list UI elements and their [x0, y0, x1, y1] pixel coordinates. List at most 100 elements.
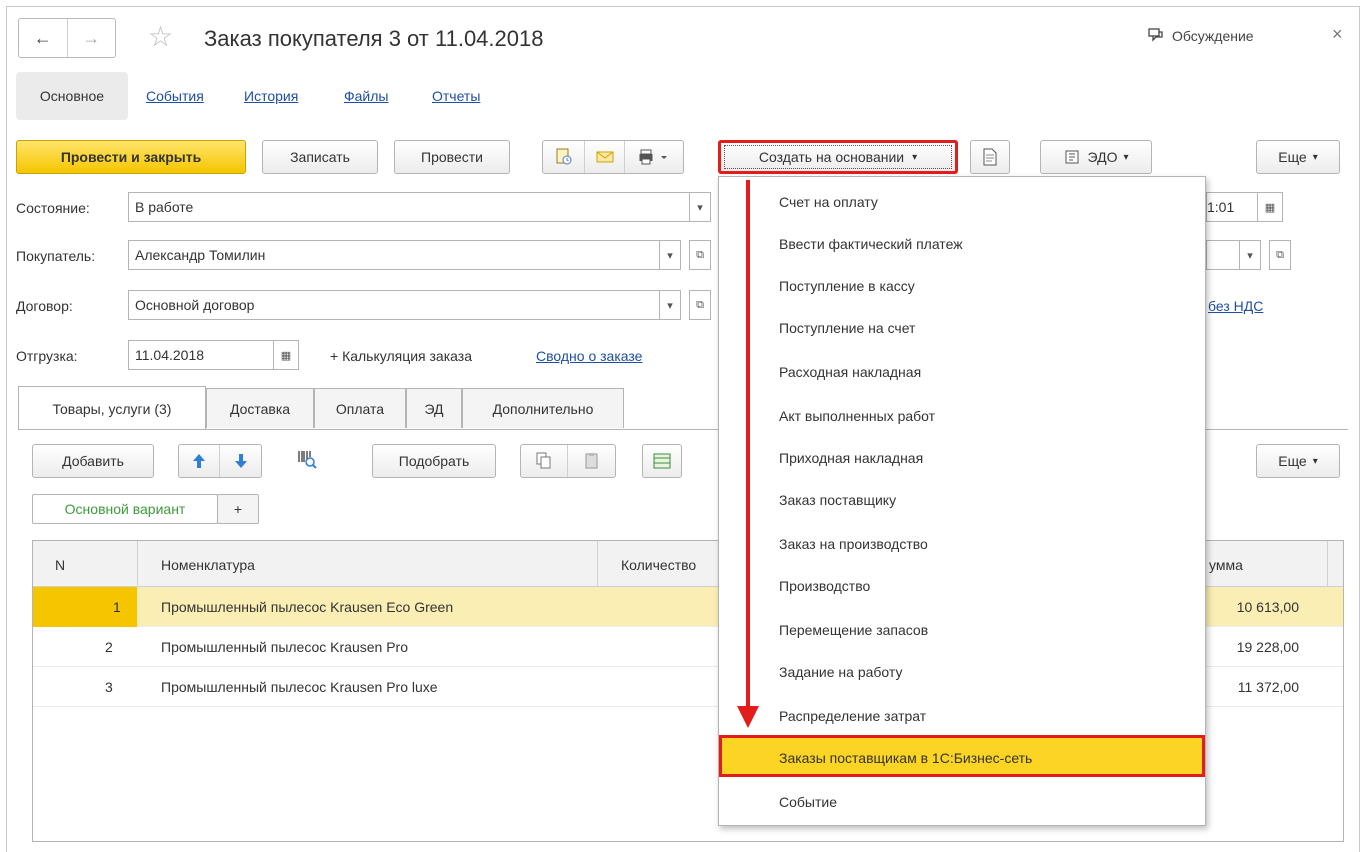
copy-paste-group	[520, 444, 616, 478]
row-n: 2	[105, 639, 113, 655]
more-button[interactable]: Еще ▾	[1256, 140, 1340, 174]
tab-main[interactable]: Основное	[16, 72, 128, 120]
add-variant-button[interactable]: +	[217, 494, 259, 524]
back-button[interactable]: ←	[19, 19, 67, 57]
post-and-close-button[interactable]: Провести и закрыть	[16, 140, 246, 174]
buyer-field[interactable]: Александр Томилин	[128, 240, 660, 270]
menu-item-cash-receipt[interactable]: Поступление в кассу	[779, 278, 915, 294]
shipment-date-field[interactable]: 11.04.2018	[128, 340, 274, 370]
annotation-arrow	[737, 180, 759, 728]
row-n: 1	[113, 599, 121, 615]
tab-files[interactable]: Файлы	[344, 88, 388, 104]
header-sum[interactable]: умма	[1209, 557, 1243, 573]
copy-icon[interactable]	[521, 445, 569, 477]
print-icon[interactable]	[625, 141, 683, 173]
tab-events[interactable]: События	[146, 88, 204, 104]
chevron-down-icon[interactable]: ▾	[659, 240, 681, 270]
create-based-on-button[interactable]: Создать на основании ▾	[718, 140, 958, 174]
row-n: 3	[105, 679, 113, 695]
close-button[interactable]: ×	[1332, 24, 1343, 45]
subtab-additional[interactable]: Дополнительно	[462, 388, 624, 428]
mail-icon[interactable]	[585, 141, 625, 173]
order-summary-link[interactable]: Сводно о заказе	[536, 348, 642, 364]
table-settings-icon	[653, 453, 671, 469]
chevron-down-icon[interactable]: ▾	[659, 290, 681, 320]
document-icon-button[interactable]	[970, 140, 1010, 174]
shipment-label: Отгрузка:	[16, 348, 78, 364]
subtab-payment[interactable]: Оплата	[314, 388, 406, 428]
contract-label: Договор:	[16, 298, 73, 314]
chevron-down-icon: ▾	[1312, 455, 1318, 467]
paste-icon[interactable]	[568, 445, 615, 477]
post-button[interactable]: Провести	[394, 140, 510, 174]
subtab-delivery[interactable]: Доставка	[206, 388, 314, 428]
barcode-search-icon[interactable]	[296, 448, 320, 474]
calculation-link[interactable]: + Калькуляция заказа	[330, 348, 472, 364]
chevron-down-icon[interactable]: ▾	[1239, 240, 1261, 270]
star-icon[interactable]: ☆	[148, 20, 173, 53]
header-n[interactable]: N	[55, 557, 65, 573]
contract-field[interactable]: Основной договор	[128, 290, 660, 320]
discussion-icon[interactable]	[1148, 28, 1164, 42]
menu-item-work-task[interactable]: Задание на работу	[779, 664, 902, 680]
subtab-ed[interactable]: ЭД	[406, 388, 462, 428]
buyer-label: Покупатель:	[16, 248, 96, 264]
arrow-down-icon[interactable]	[220, 445, 261, 477]
menu-item-stock-transfer[interactable]: Перемещение запасов	[779, 622, 928, 638]
open-link-icon[interactable]: ⧉	[1269, 240, 1291, 270]
chevron-down-icon: ▾	[1312, 151, 1318, 163]
subtab-goods[interactable]: Товары, услуги (3)	[18, 386, 206, 430]
forward-button[interactable]: →	[66, 19, 116, 57]
calendar-icon[interactable]: ▦	[1257, 192, 1283, 222]
open-link-icon[interactable]: ⧉	[689, 290, 711, 320]
add-button[interactable]: Добавить	[32, 444, 154, 478]
table-more-button[interactable]: Еще ▾	[1256, 444, 1340, 478]
discussion-label[interactable]: Обсуждение	[1172, 28, 1254, 44]
menu-item-sales-invoice[interactable]: Расходная накладная	[779, 364, 921, 380]
menu-item-production-order[interactable]: Заказ на производство	[779, 536, 928, 552]
more-label: Еще	[1278, 149, 1307, 165]
tab-history[interactable]: История	[244, 88, 298, 104]
row-sum: 11 372,00	[1237, 679, 1299, 695]
report-icon[interactable]	[543, 141, 585, 173]
edo-button[interactable]: ЭДО ▾	[1040, 140, 1152, 174]
menu-item-purchase-invoice[interactable]: Приходная накладная	[779, 450, 923, 466]
doc-actions-group	[542, 140, 684, 174]
menu-item-actual-payment[interactable]: Ввести фактический платеж	[779, 236, 963, 252]
state-label: Состояние:	[16, 200, 90, 216]
menu-item-event[interactable]: Событие	[779, 794, 837, 810]
chevron-down-icon[interactable]: ▾	[689, 192, 711, 222]
header-qty[interactable]: Количество	[621, 557, 696, 573]
time-field[interactable]: 1:01	[1206, 192, 1258, 222]
menu-item-work-act[interactable]: Акт выполненных работ	[779, 408, 935, 424]
tab-reports[interactable]: Отчеты	[432, 88, 480, 104]
window-title: Заказ покупателя 3 от 11.04.2018	[204, 26, 544, 51]
row-sum: 19 228,00	[1236, 639, 1299, 655]
move-group	[178, 444, 262, 478]
table-settings-button[interactable]	[642, 444, 682, 478]
edo-label: ЭДО	[1087, 149, 1118, 165]
save-button[interactable]: Записать	[262, 140, 378, 174]
state-field[interactable]: В работе	[128, 192, 690, 222]
calendar-icon[interactable]: ▦	[273, 340, 299, 370]
edo-icon	[1065, 150, 1078, 164]
menu-item-supplier-order[interactable]: Заказ поставщику	[779, 492, 896, 508]
menu-item-invoice[interactable]: Счет на оплату	[779, 194, 878, 210]
menu-item-production[interactable]: Производство	[779, 578, 870, 594]
vat-link[interactable]: без НДС	[1208, 298, 1263, 314]
open-link-icon[interactable]: ⧉	[689, 240, 711, 270]
variant-tab[interactable]: Основной вариант	[32, 494, 218, 524]
row-item: Промышленный пылесос Krausen Pro luxe	[161, 679, 438, 695]
arrow-up-icon[interactable]	[179, 445, 221, 477]
row-item: Промышленный пылесос Krausen Eco Green	[161, 599, 454, 615]
menu-item-business-network-orders[interactable]: Заказы поставщикам в 1С:Бизнес-сеть	[779, 750, 1032, 766]
header-item[interactable]: Номенклатура	[161, 557, 255, 573]
table-more-label: Еще	[1278, 453, 1307, 469]
pick-button[interactable]: Подобрать	[372, 444, 496, 478]
menu-item-bank-receipt[interactable]: Поступление на счет	[779, 320, 915, 336]
document-icon	[983, 148, 997, 166]
create-based-on-menu: Счет на оплату Ввести фактический платеж…	[718, 176, 1206, 826]
partial-field[interactable]	[1206, 240, 1240, 270]
chevron-down-icon: ▾	[1123, 151, 1129, 163]
menu-item-cost-allocation[interactable]: Распределение затрат	[779, 708, 926, 724]
